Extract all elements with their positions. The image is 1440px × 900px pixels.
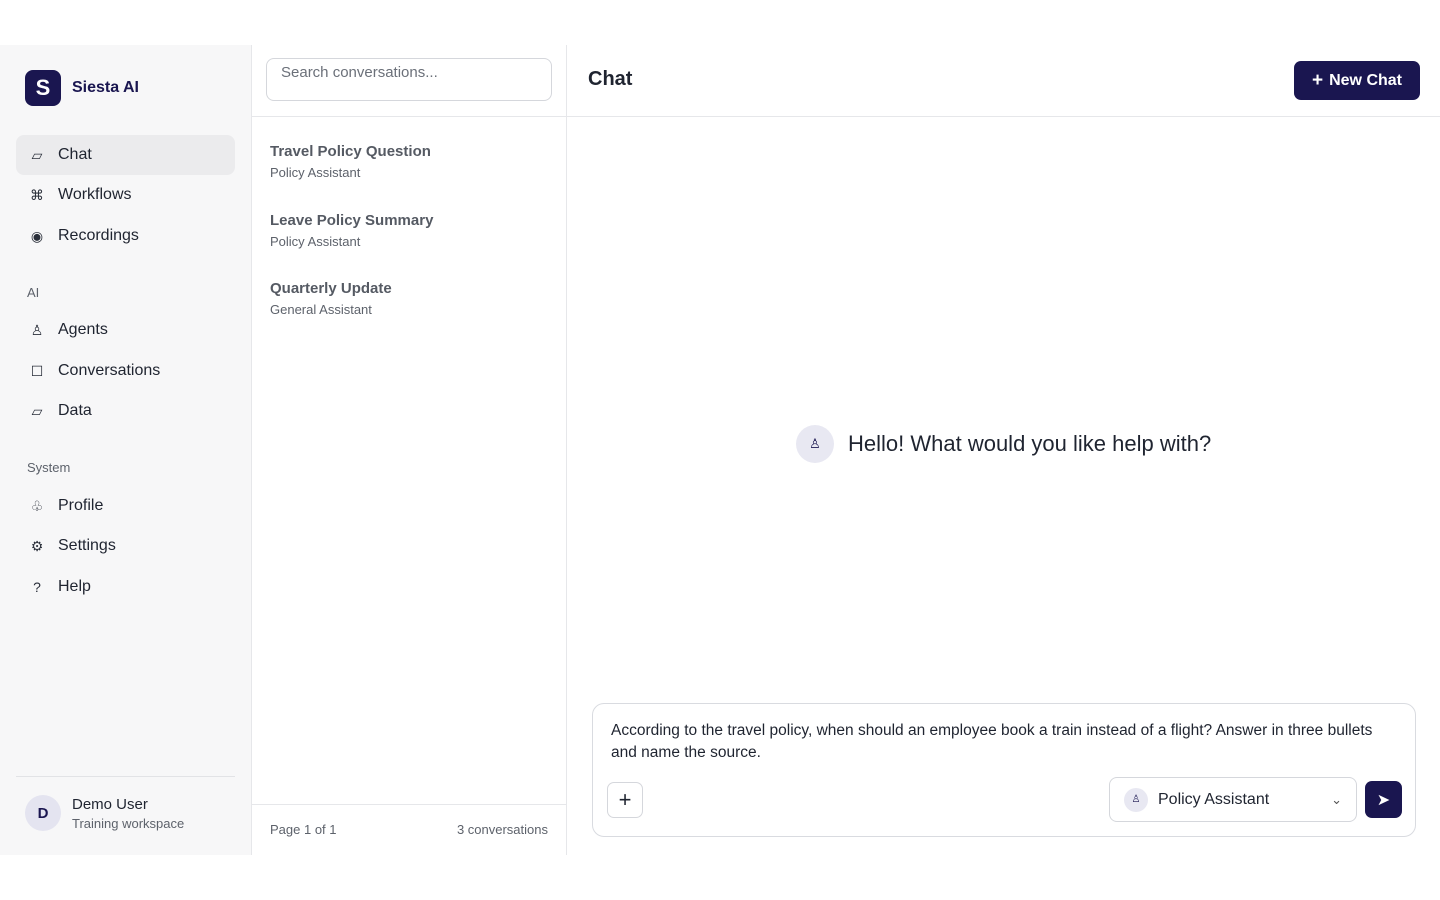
- sidebar-item-label: Agents: [58, 321, 108, 338]
- data-icon: ▱: [31, 402, 43, 419]
- agent-icon: ♙: [1124, 787, 1148, 812]
- avatar: D: [25, 795, 61, 831]
- conversation-item[interactable]: Travel Policy Question Policy Assistant: [270, 143, 550, 180]
- user-profile[interactable]: D Demo User Training workspace: [25, 795, 184, 831]
- sidebar-item-label: Chat: [58, 146, 92, 163]
- greeting-text: Hello! What would you like help with?: [848, 431, 1212, 456]
- sidebar-item-label: Settings: [58, 537, 116, 554]
- attach-button[interactable]: +: [607, 782, 643, 818]
- sidebar-item-label: Profile: [58, 497, 104, 514]
- sidebar-item-help[interactable]: ? Help: [16, 567, 235, 607]
- app-window: S Siesta AI ▱ Chat ⌘ Workflows ◉ Recordi…: [0, 45, 1440, 855]
- agent-select-value: Policy Assistant: [1158, 790, 1270, 808]
- agent-select[interactable]: ♙ Policy Assistant ⌄: [1109, 777, 1357, 822]
- agent-icon: ♙: [30, 321, 44, 338]
- list-divider: [252, 116, 566, 117]
- user-workspace: Training workspace: [72, 815, 185, 831]
- new-chat-label: New Chat: [1329, 71, 1402, 89]
- profile-icon: ♧: [30, 497, 44, 514]
- sidebar-item-agents[interactable]: ♙ Agents: [16, 310, 235, 350]
- square-icon: ☐: [30, 362, 44, 379]
- message-input[interactable]: According to the travel policy, when sho…: [611, 720, 1401, 764]
- list-footer: Page 1 of 1 3 conversations: [252, 804, 566, 855]
- command-icon: ⌘: [30, 186, 44, 203]
- help-icon: ?: [33, 579, 41, 595]
- sidebar-item-label: Recordings: [58, 227, 139, 244]
- gear-icon: ⚙: [30, 537, 44, 554]
- send-button[interactable]: ➤: [1365, 781, 1402, 818]
- conversation-title: Travel Policy Question: [270, 143, 431, 160]
- sidebar-item-conversations[interactable]: ☐ Conversations: [16, 351, 235, 391]
- page-info: Page 1 of 1: [270, 822, 337, 837]
- plus-icon: +: [1311, 69, 1324, 91]
- chat-icon: ▱: [31, 146, 43, 163]
- sidebar-item-workflows[interactable]: ⌘ Workflows: [16, 175, 235, 215]
- sidebar-item-recordings[interactable]: ◉ Recordings: [16, 216, 235, 256]
- brand-logo: S: [25, 70, 61, 106]
- sidebar-item-chat[interactable]: ▱ Chat: [16, 135, 235, 175]
- send-icon: ➤: [1376, 791, 1391, 809]
- conversation-agent: Policy Assistant: [270, 165, 361, 180]
- conversation-title: Quarterly Update: [270, 280, 392, 297]
- sidebar-item-label: Conversations: [58, 362, 161, 379]
- conversation-title: Leave Policy Summary: [270, 212, 434, 229]
- user-name: Demo User: [72, 795, 148, 813]
- section-label-ai: AI: [27, 285, 40, 300]
- sidebar-item-settings[interactable]: ⚙ Settings: [16, 526, 235, 566]
- record-icon: ◉: [30, 227, 44, 244]
- greeting: ♙ Hello! What would you like help with?: [796, 425, 1211, 463]
- conversation-item[interactable]: Leave Policy Summary Policy Assistant: [270, 212, 550, 249]
- conversation-item[interactable]: Quarterly Update General Assistant: [270, 280, 550, 317]
- conversation-count: 3 conversations: [456, 822, 548, 837]
- sidebar: S Siesta AI ▱ Chat ⌘ Workflows ◉ Recordi…: [0, 45, 252, 855]
- sidebar-item-data[interactable]: ▱ Data: [16, 391, 235, 431]
- message-composer: According to the travel policy, when sho…: [592, 703, 1416, 837]
- sidebar-item-label: Help: [58, 578, 91, 595]
- search-input[interactable]: [266, 58, 552, 101]
- page-title: Chat: [588, 68, 633, 90]
- conversation-agent: Policy Assistant: [270, 234, 361, 249]
- chevron-down-icon: ⌄: [1331, 792, 1342, 807]
- sidebar-divider: [16, 776, 235, 777]
- sidebar-item-label: Data: [58, 402, 92, 419]
- main-header: Chat + New Chat: [567, 45, 1440, 117]
- agent-icon: ♙: [796, 425, 834, 463]
- brand[interactable]: S Siesta AI: [25, 70, 139, 106]
- conversation-agent: General Assistant: [270, 302, 372, 317]
- new-chat-button[interactable]: + New Chat: [1294, 61, 1420, 100]
- section-label-system: System: [27, 460, 71, 475]
- brand-name: Siesta AI: [72, 79, 139, 96]
- conversation-list-panel: Travel Policy Question Policy Assistant …: [252, 45, 567, 855]
- chat-main: Chat + New Chat ♙ Hello! What would you …: [567, 45, 1440, 855]
- sidebar-item-profile[interactable]: ♧ Profile: [16, 486, 235, 526]
- sidebar-item-label: Workflows: [58, 186, 132, 203]
